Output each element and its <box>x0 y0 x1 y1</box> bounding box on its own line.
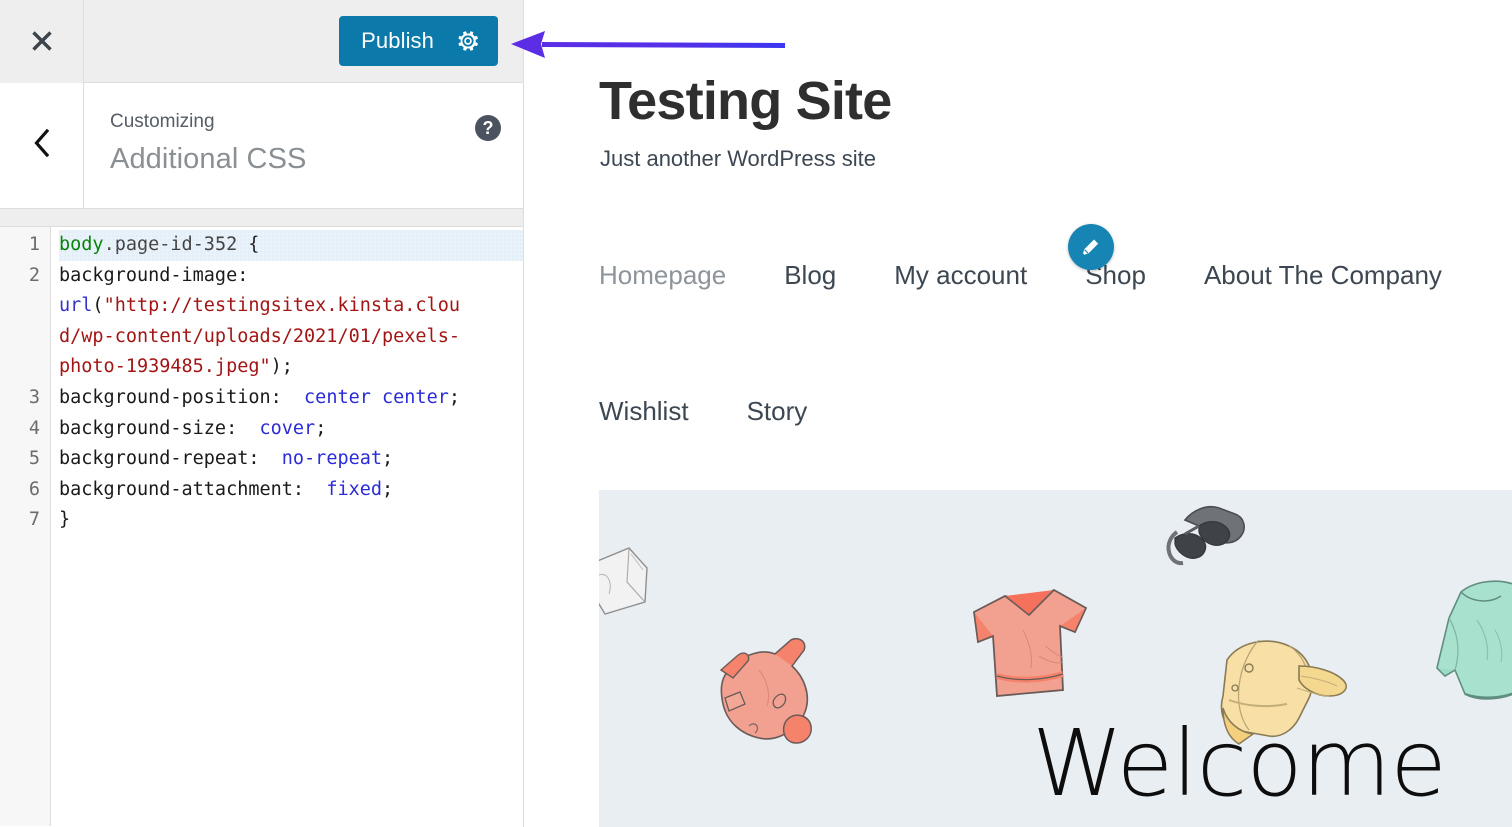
code-token: ); <box>271 356 293 377</box>
editor-line-number: 2 <box>0 261 50 292</box>
editor-line-number: 5 <box>0 444 50 475</box>
nav-item-homepage[interactable]: Homepage <box>599 262 726 288</box>
code-token: background-position: <box>59 387 304 408</box>
editor-code-line[interactable]: background-repeat: no-repeat; <box>59 444 523 475</box>
site-preview[interactable]: Testing Site Just another WordPress site… <box>524 0 1512 827</box>
gear-icon[interactable] <box>456 29 480 53</box>
nav-item-blog[interactable]: Blog <box>784 262 836 288</box>
publish-area: Publish <box>84 16 523 66</box>
nav-item-about-the-company[interactable]: About The Company <box>1204 262 1442 288</box>
editor-code-line[interactable]: background-size: cover; <box>59 414 523 445</box>
customizer-sidebar: Publish Custo <box>0 0 524 827</box>
customizer-screen: Publish Custo <box>0 0 1512 827</box>
site-tagline: Just another WordPress site <box>600 145 876 174</box>
editor-line-numbers: 12 34567 <box>0 227 51 826</box>
code-token: .page-id-352 <box>104 234 238 255</box>
editor-code-line[interactable]: background-position: center center; <box>59 383 523 414</box>
css-code-editor[interactable]: 12 34567 body.page-id-352 { background-im… <box>0 227 523 826</box>
editor-line-number <box>0 352 50 383</box>
code-token: background-repeat: <box>59 448 282 469</box>
pink-shorts-illustration <box>721 639 811 743</box>
site-navigation: HomepageBlogMy accountShopAbout The Comp… <box>524 262 1512 398</box>
customizing-eyebrow: Customizing <box>110 109 523 136</box>
editor-code-line[interactable]: background-attachment: fixed; <box>59 475 523 506</box>
code-token: background-size: <box>59 418 259 439</box>
editor-line-number: 7 <box>0 505 50 536</box>
nav-item-my-account[interactable]: My account <box>894 262 1027 288</box>
editor-line-number <box>0 291 50 322</box>
green-sweater-illustration <box>1437 581 1512 699</box>
hero-heading: Welcome <box>1032 718 1446 810</box>
editor-line-number <box>0 322 50 353</box>
pencil-edit-icon[interactable] <box>1068 224 1114 270</box>
editor-line-number: 4 <box>0 414 50 445</box>
close-customizer-button[interactable] <box>0 0 84 83</box>
code-token: d/wp-content/uploads/2021/01/pexels- <box>59 326 460 347</box>
white-shirt-illustration <box>599 548 647 614</box>
code-token: ( <box>92 295 103 316</box>
help-question-icon[interactable]: ? <box>475 115 501 141</box>
code-token: background-attachment: <box>59 479 326 500</box>
code-token: ; <box>382 479 393 500</box>
editor-code-line[interactable]: photo-1939485.jpeg"); <box>59 352 523 383</box>
customizer-topbar: Publish <box>0 0 523 83</box>
hero-banner: Welcome <box>599 490 1512 827</box>
editor-code-line[interactable]: body.page-id-352 { <box>59 230 523 261</box>
code-token: no-repeat <box>282 448 382 469</box>
nav-item-story[interactable]: Story <box>747 398 808 424</box>
editor-line-number: 6 <box>0 475 50 506</box>
editor-code-line[interactable]: url("http://testingsitex.kinsta.clou <box>59 291 523 322</box>
code-token: ; <box>315 418 326 439</box>
code-token: { <box>237 234 259 255</box>
nav-item-wishlist[interactable]: Wishlist <box>599 398 689 424</box>
editor-code-line[interactable]: background-image: <box>59 261 523 292</box>
editor-line-number: 1 <box>0 230 50 261</box>
code-token: ; <box>382 448 393 469</box>
sunglasses-illustration <box>1168 507 1244 563</box>
editor-code-line[interactable]: } <box>59 505 523 536</box>
publish-button[interactable]: Publish <box>339 16 498 66</box>
code-token: } <box>59 509 70 530</box>
publish-button-label: Publish <box>361 30 434 52</box>
code-token: "http://testingsitex.kinsta.clou <box>104 295 460 316</box>
section-titles: Customizing Additional CSS ? <box>84 83 523 208</box>
code-token: photo-1939485.jpeg" <box>59 356 271 377</box>
editor-top-band <box>0 209 523 227</box>
code-token: url <box>59 295 92 316</box>
pink-tshirt-illustration <box>974 590 1086 696</box>
editor-code-area[interactable]: body.page-id-352 { background-image: url("… <box>51 227 523 826</box>
close-x-icon <box>29 28 55 54</box>
chevron-left-icon <box>31 127 53 164</box>
nav-row-secondary: WishlistStory <box>524 330 1512 398</box>
editor-line-number: 3 <box>0 383 50 414</box>
page-title: Additional CSS <box>110 138 523 182</box>
editor-code-line[interactable]: d/wp-content/uploads/2021/01/pexels- <box>59 322 523 353</box>
customizer-section-header: Customizing Additional CSS ? <box>0 83 523 209</box>
code-token: body <box>59 234 104 255</box>
code-token: center center <box>304 387 449 408</box>
code-token: fixed <box>326 479 382 500</box>
code-token: background-image: <box>59 265 248 286</box>
code-token: ; <box>449 387 460 408</box>
nav-row-primary: HomepageBlogMy accountShopAbout The Comp… <box>524 262 1512 330</box>
back-button[interactable] <box>0 83 84 208</box>
code-token: cover <box>259 418 315 439</box>
site-title: Testing Site <box>599 72 891 131</box>
